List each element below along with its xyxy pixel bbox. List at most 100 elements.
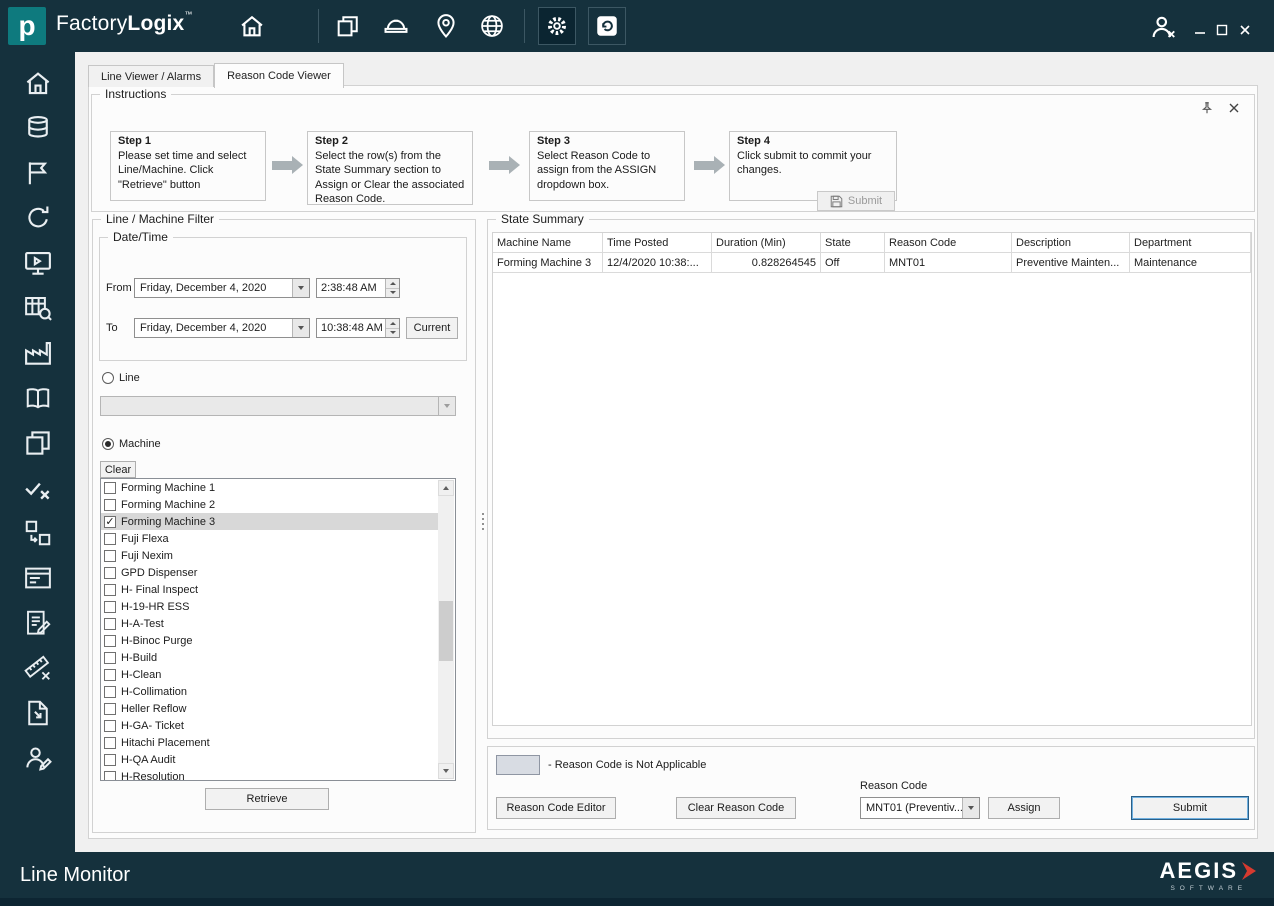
panel-splitter[interactable] <box>480 513 486 530</box>
copy-pages-icon[interactable] <box>23 428 53 458</box>
radio-selected-icon[interactable] <box>102 438 114 450</box>
checkbox-icon[interactable] <box>104 601 116 613</box>
to-time-input[interactable]: 10:38:48 AM <box>316 318 400 338</box>
line-radio[interactable]: Line <box>102 372 140 384</box>
user-logout-icon[interactable] <box>1148 12 1176 40</box>
checkbox-icon[interactable] <box>104 669 116 681</box>
minimize-button[interactable] <box>1192 22 1208 38</box>
assign-button[interactable]: Assign <box>988 797 1060 819</box>
database-icon[interactable] <box>23 113 53 143</box>
from-date-select[interactable]: Friday, December 4, 2020 <box>134 278 310 298</box>
column-header[interactable]: Time Posted <box>603 233 712 253</box>
milestone-flag-icon[interactable] <box>23 158 53 188</box>
checkbox-checked-icon[interactable] <box>104 516 116 528</box>
tab-reason-code-viewer[interactable]: Reason Code Viewer <box>214 63 344 88</box>
panel-card-icon[interactable] <box>23 563 53 593</box>
submit-button[interactable]: Submit <box>1131 796 1249 820</box>
checkbox-icon[interactable] <box>104 550 116 562</box>
home-icon[interactable] <box>238 12 266 40</box>
column-header[interactable]: State <box>821 233 885 253</box>
checkbox-icon[interactable] <box>104 754 116 766</box>
clear-reason-code-button[interactable]: Clear Reason Code <box>676 797 796 819</box>
spin-up-icon[interactable] <box>386 319 399 328</box>
column-header[interactable]: Description <box>1012 233 1130 253</box>
spin-down-icon[interactable] <box>386 328 399 338</box>
chevron-down-icon[interactable] <box>962 798 979 818</box>
monitor-icon[interactable] <box>23 248 53 278</box>
retrieve-button[interactable]: Retrieve <box>205 788 329 810</box>
checkbox-icon[interactable] <box>104 703 116 715</box>
checkbox-icon[interactable] <box>104 771 116 782</box>
documentation-icon[interactable] <box>23 383 53 413</box>
column-header[interactable]: Department <box>1130 233 1251 253</box>
machine-list-item[interactable]: H-QA Audit <box>101 751 438 768</box>
close-button[interactable] <box>1237 22 1253 38</box>
clear-button[interactable]: Clear <box>100 461 136 478</box>
ruler-reject-icon[interactable] <box>23 653 53 683</box>
machine-list-item[interactable]: Forming Machine 1 <box>101 479 438 496</box>
machine-list-item[interactable]: Fuji Flexa <box>101 530 438 547</box>
pin-icon[interactable] <box>1200 101 1214 115</box>
close-icon[interactable] <box>1228 102 1240 114</box>
scrollbar-thumb[interactable] <box>439 601 453 661</box>
spin-down-icon[interactable] <box>386 288 399 298</box>
vertical-scrollbar[interactable] <box>438 480 454 779</box>
machine-list-item[interactable]: H-A-Test <box>101 615 438 632</box>
checkbox-icon[interactable] <box>104 635 116 647</box>
table-row[interactable]: Forming Machine 3 12/4/2020 10:38:... 0.… <box>493 253 1251 273</box>
to-date-select[interactable]: Friday, December 4, 2020 <box>134 318 310 338</box>
machine-list-item[interactable]: H-Collimation <box>101 683 438 700</box>
checkbox-icon[interactable] <box>104 499 116 511</box>
column-header[interactable]: Duration (Min) <box>712 233 821 253</box>
machine-list-item[interactable]: GPD Dispenser <box>101 564 438 581</box>
machine-list-item[interactable]: Heller Reflow <box>101 700 438 717</box>
maximize-button[interactable] <box>1214 22 1230 38</box>
export-file-icon[interactable] <box>23 698 53 728</box>
checkbox-icon[interactable] <box>104 737 116 749</box>
reason-code-editor-button[interactable]: Reason Code Editor <box>496 797 616 819</box>
reason-code-select[interactable]: MNT01 (Preventiv... <box>860 797 980 819</box>
machine-list-item[interactable]: H-Binoc Purge <box>101 632 438 649</box>
machine-list-item[interactable]: Hitachi Placement <box>101 734 438 751</box>
pass-fail-icon[interactable] <box>23 473 53 503</box>
factory-icon[interactable] <box>23 338 53 368</box>
globe-icon[interactable] <box>478 12 506 40</box>
checkbox-icon[interactable] <box>104 618 116 630</box>
machine-list-item-selected[interactable]: Forming Machine 3 <box>101 513 438 530</box>
machine-list-item[interactable]: H-GA- Ticket <box>101 717 438 734</box>
history-icon[interactable] <box>588 7 626 45</box>
chevron-down-icon[interactable] <box>292 279 309 297</box>
machine-radio[interactable]: Machine <box>102 438 161 450</box>
chevron-down-icon[interactable] <box>292 319 309 337</box>
pages-icon[interactable] <box>334 12 362 40</box>
location-pin-icon[interactable] <box>432 12 460 40</box>
checkbox-icon[interactable] <box>104 720 116 732</box>
machine-list-item[interactable]: H-19-HR ESS <box>101 598 438 615</box>
machine-list-item[interactable]: H-Build <box>101 649 438 666</box>
machine-list-item[interactable]: H-Resolution <box>101 768 438 781</box>
checkbox-icon[interactable] <box>104 686 116 698</box>
instructions-submit-button[interactable]: Submit <box>817 191 895 211</box>
move-items-icon[interactable] <box>23 518 53 548</box>
checkbox-icon[interactable] <box>104 652 116 664</box>
scroll-up-icon[interactable] <box>438 480 454 496</box>
home-icon[interactable] <box>23 68 53 98</box>
column-header[interactable]: Machine Name <box>493 233 603 253</box>
machine-list-item[interactable]: Forming Machine 2 <box>101 496 438 513</box>
settings-gear-icon[interactable] <box>538 7 576 45</box>
column-header[interactable]: Reason Code <box>885 233 1012 253</box>
checkbox-icon[interactable] <box>104 584 116 596</box>
operator-signoff-icon[interactable] <box>23 743 53 773</box>
tab-line-viewer-alarms[interactable]: Line Viewer / Alarms <box>88 65 214 87</box>
checkbox-icon[interactable] <box>104 567 116 579</box>
refresh-icon[interactable] <box>23 203 53 233</box>
from-time-input[interactable]: 2:38:48 AM <box>316 278 400 298</box>
checkbox-icon[interactable] <box>104 482 116 494</box>
checkbox-icon[interactable] <box>104 533 116 545</box>
machine-list-item[interactable]: Fuji Nexim <box>101 547 438 564</box>
report-edit-icon[interactable] <box>23 608 53 638</box>
machine-list-item[interactable]: H- Final Inspect <box>101 581 438 598</box>
spin-up-icon[interactable] <box>386 279 399 288</box>
scroll-down-icon[interactable] <box>438 763 454 779</box>
radio-icon[interactable] <box>102 372 114 384</box>
